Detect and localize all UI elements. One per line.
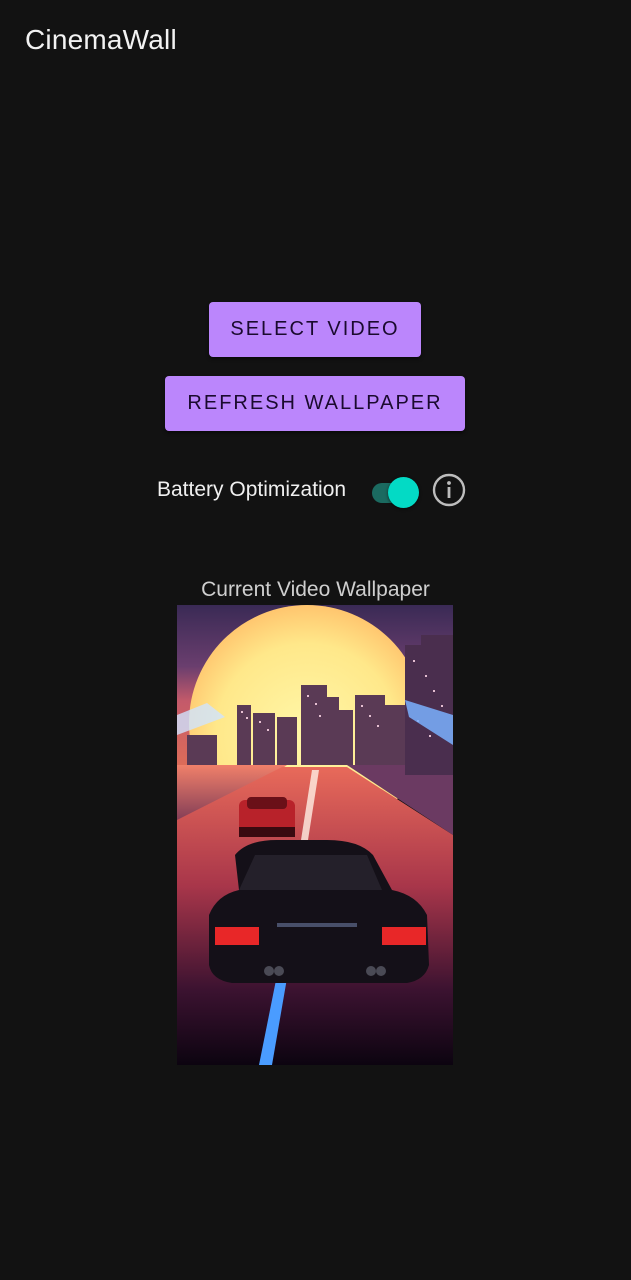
toggle-thumb (388, 477, 419, 508)
current-wallpaper-caption: Current Video Wallpaper (201, 578, 430, 601)
refresh-wallpaper-button[interactable]: REFRESH WALLPAPER (165, 376, 465, 431)
battery-optimization-row: Battery Optimization (0, 470, 631, 510)
video-wallpaper-preview (177, 605, 453, 1065)
synthwave-car-thumbnail (177, 605, 453, 1065)
app-title: CinemaWall (25, 24, 177, 55)
info-icon[interactable] (432, 473, 466, 507)
battery-optimization-toggle[interactable] (370, 474, 420, 508)
select-video-button[interactable]: SELECT VIDEO (209, 302, 421, 357)
battery-optimization-label: Battery Optimization (157, 478, 347, 501)
